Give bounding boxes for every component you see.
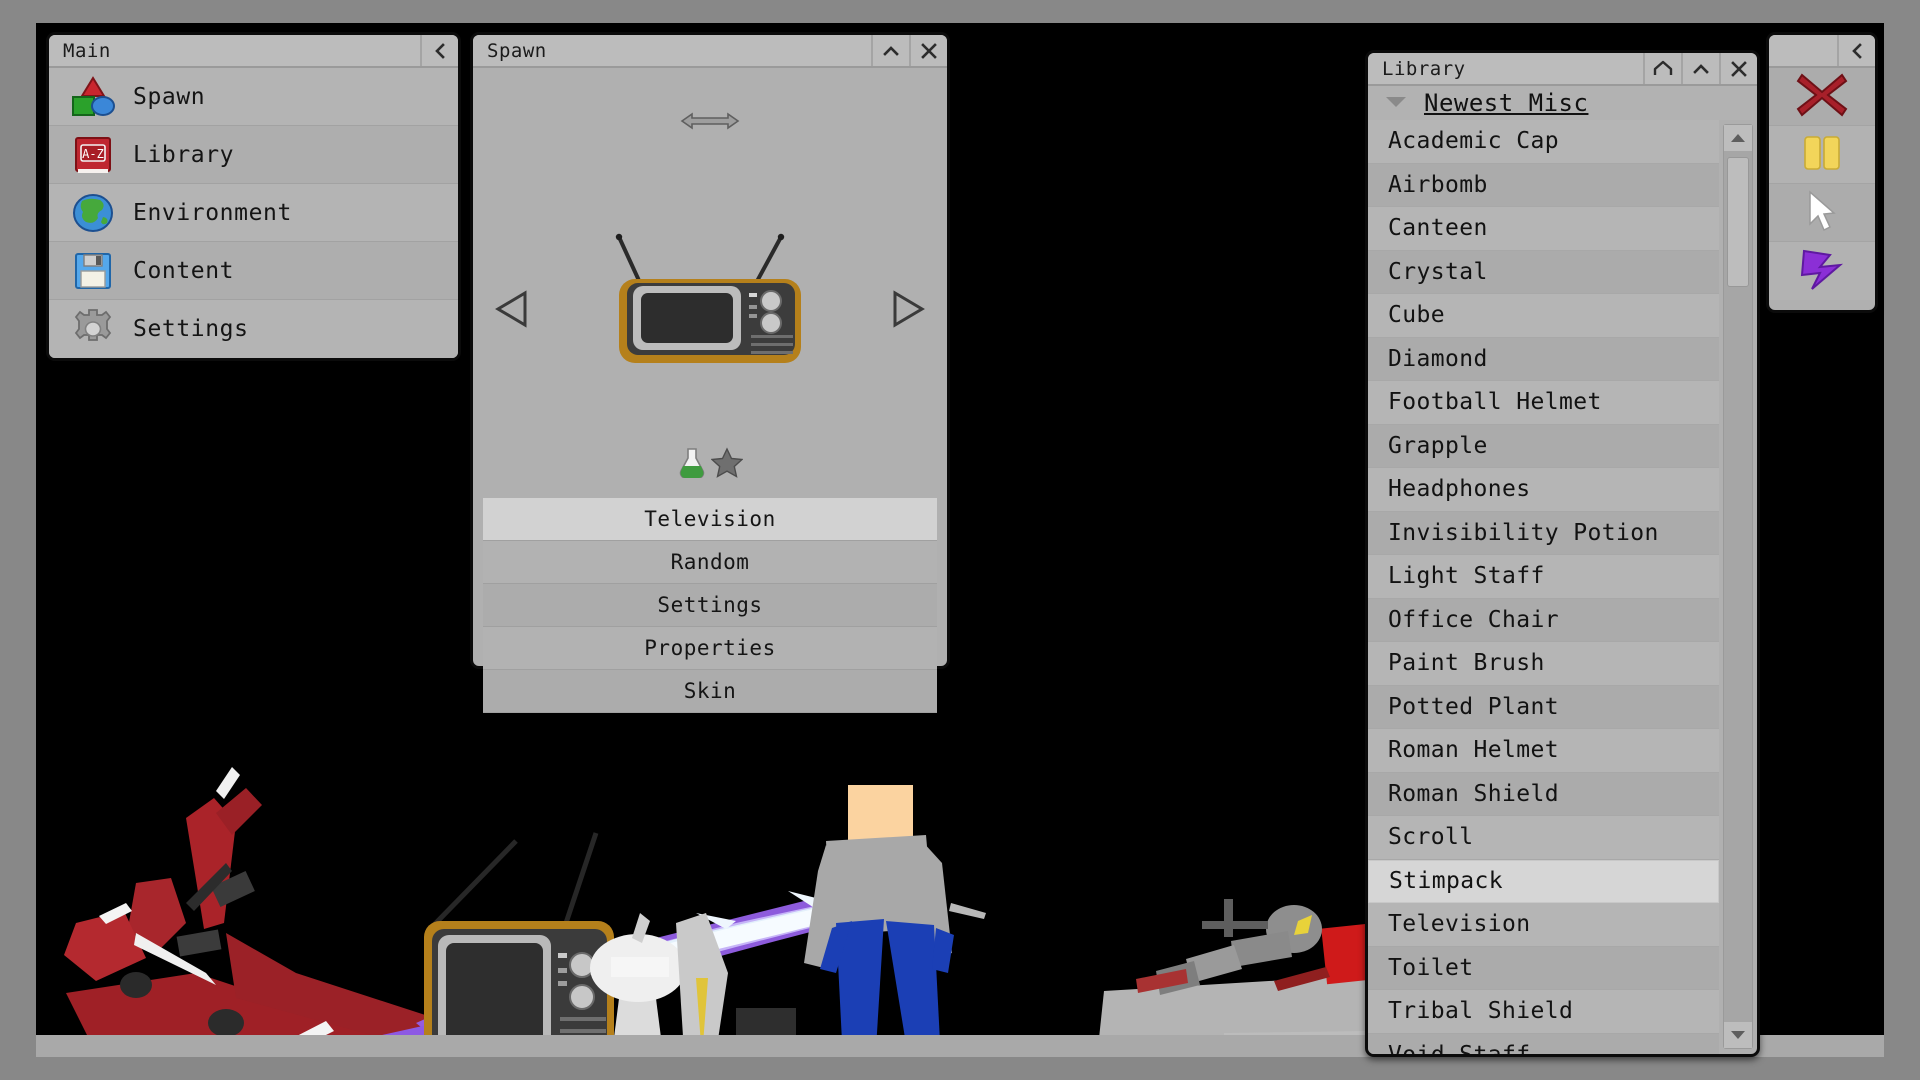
purple-lightning-icon [1796, 245, 1848, 297]
sidebar-item-spawn[interactable]: Spawn [49, 68, 458, 126]
list-item[interactable]: Potted Plant [1368, 685, 1719, 729]
main-panel-list: Spawn A-Z Library Environment Content Se… [49, 68, 458, 358]
star-icon [710, 446, 744, 482]
list-item[interactable]: Light Staff [1368, 555, 1719, 599]
yellow-pause-icon [1798, 131, 1846, 179]
list-item[interactable]: Toilet [1368, 946, 1719, 990]
pause-tool[interactable] [1769, 126, 1875, 184]
main-panel-title: Main [63, 39, 111, 62]
triangle-left-icon[interactable] [495, 290, 529, 332]
sidebar-item-label: Content [133, 257, 235, 284]
library-category-header[interactable]: Newest Misc [1368, 86, 1757, 120]
home-icon[interactable] [1643, 53, 1681, 84]
list-item[interactable]: Scroll [1368, 816, 1719, 860]
list-item[interactable]: Academic Cap [1368, 120, 1719, 164]
list-item[interactable]: Grapple [1368, 424, 1719, 468]
list-item[interactable]: Cube [1368, 294, 1719, 338]
library-scroll-region: Academic Cap Airbomb Canteen Crystal Cub… [1368, 120, 1757, 1054]
library-panel-title: Library [1382, 57, 1466, 80]
sidebar-item-label: Library [133, 141, 235, 168]
library-panel-titlebar: Library [1368, 53, 1757, 86]
scene-object-television [424, 832, 614, 1057]
scroll-up-arrow-icon[interactable] [1724, 125, 1752, 151]
skin-button[interactable]: Skin [483, 670, 937, 713]
gear-icon [65, 305, 121, 353]
sidebar-item-label: Environment [133, 199, 292, 226]
library-scrollbar[interactable] [1723, 124, 1753, 1049]
sidebar-item-label: Settings [133, 316, 249, 342]
select-tool[interactable] [1769, 184, 1875, 242]
list-item[interactable]: Football Helmet [1368, 381, 1719, 425]
spawn-item-name-button[interactable]: Television [483, 498, 937, 541]
tool-panel-titlebar [1769, 35, 1875, 68]
red-x-icon [1795, 71, 1849, 123]
spawn-panel-titlebar: Spawn [473, 35, 947, 68]
shapes-icon [65, 73, 121, 121]
lightning-tool[interactable] [1769, 242, 1875, 300]
scroll-down-arrow-icon[interactable] [1724, 1022, 1752, 1048]
list-item[interactable]: Roman Helmet [1368, 729, 1719, 773]
spawn-preview-area [473, 68, 947, 479]
spawn-panel-body: Television Random Settings Properties Sk… [473, 68, 947, 713]
library-panel: Library Newest Misc Academic Cap Airbomb… [1365, 50, 1760, 1057]
scene-object-red-mech-rig [64, 767, 456, 1057]
properties-button[interactable]: Properties [483, 627, 937, 670]
delete-tool[interactable] [1769, 68, 1875, 126]
spawn-panel: Spawn Television Random Settings Propert… [470, 32, 950, 713]
tool-panel [1766, 32, 1878, 313]
list-item[interactable]: Roman Shield [1368, 772, 1719, 816]
settings-button[interactable]: Settings [483, 584, 937, 627]
scene-object-ragdoll-character [804, 785, 986, 1057]
main-panel-titlebar: Main [49, 35, 458, 68]
list-item[interactable]: Diamond [1368, 337, 1719, 381]
caret-down-icon [1384, 93, 1408, 113]
close-icon[interactable] [1719, 53, 1757, 84]
list-item[interactable]: Paint Brush [1368, 642, 1719, 686]
list-item[interactable]: Crystal [1368, 250, 1719, 294]
list-item[interactable]: Canteen [1368, 207, 1719, 251]
book-az-icon: A-Z [65, 131, 121, 179]
app-root: Main Spawn A-Z Library Environment Conte… [0, 0, 1920, 1080]
sidebar-item-environment[interactable]: Environment [49, 184, 458, 242]
library-item-list: Academic Cap Airbomb Canteen Crystal Cub… [1368, 120, 1719, 1054]
triangle-right-icon[interactable] [891, 290, 925, 332]
white-cursor-icon [1800, 188, 1844, 238]
list-item[interactable]: Television [1368, 903, 1719, 947]
spawn-panel-title: Spawn [487, 39, 547, 62]
chevron-up-icon[interactable] [1681, 53, 1719, 84]
chevron-left-icon[interactable] [420, 35, 458, 66]
list-item[interactable]: Tribal Shield [1368, 990, 1719, 1034]
main-panel: Main Spawn A-Z Library Environment Conte… [46, 32, 461, 361]
sidebar-item-label: Spawn [133, 83, 206, 110]
list-item-selected[interactable]: Stimpack [1368, 859, 1719, 903]
scrollbar-thumb[interactable] [1727, 157, 1749, 287]
floppy-disk-icon [65, 247, 121, 295]
chevron-left-icon[interactable] [1837, 35, 1875, 66]
list-item[interactable]: Airbomb [1368, 163, 1719, 207]
flask-icon [677, 446, 707, 482]
chevron-up-icon[interactable] [871, 35, 909, 66]
list-item[interactable]: Headphones [1368, 468, 1719, 512]
television-preview [605, 223, 815, 372]
horizontal-resize-arrows-icon[interactable] [680, 110, 740, 136]
list-item[interactable]: Invisibility Potion [1368, 511, 1719, 555]
globe-icon [65, 189, 121, 237]
sidebar-item-settings[interactable]: Settings [49, 300, 458, 358]
random-button[interactable]: Random [483, 541, 937, 584]
list-item[interactable]: Void Staff [1368, 1033, 1719, 1054]
spawn-badges [677, 446, 744, 482]
list-item[interactable]: Office Chair [1368, 598, 1719, 642]
library-category-label: Newest Misc [1424, 89, 1589, 117]
sidebar-item-content[interactable]: Content [49, 242, 458, 300]
close-icon[interactable] [909, 35, 947, 66]
spawn-action-buttons: Television Random Settings Properties Sk… [483, 498, 937, 713]
sidebar-item-library[interactable]: A-Z Library [49, 126, 458, 184]
svg-text:A-Z: A-Z [82, 147, 104, 161]
